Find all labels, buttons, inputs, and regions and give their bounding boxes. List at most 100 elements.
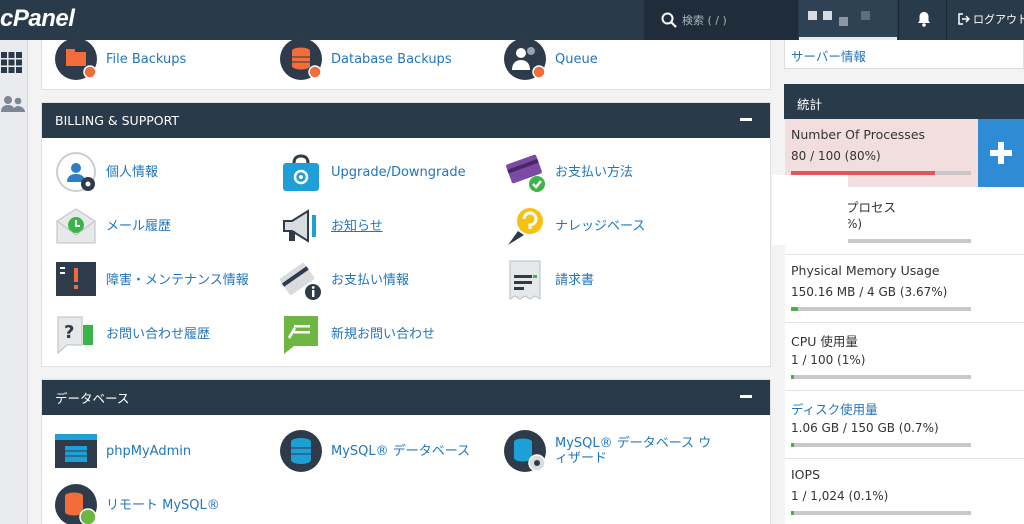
logout-label: ログアウト — [973, 13, 1024, 26]
search-box[interactable] — [644, 0, 798, 40]
remote-mysql-icon — [55, 484, 97, 524]
knowledge-base-item[interactable]: ナレッジベース — [504, 205, 729, 247]
stats-header: 統計 — [784, 84, 1024, 119]
obscured-region — [772, 175, 848, 245]
stat-title: Physical Memory Usage — [791, 263, 940, 278]
collapse-icon[interactable] — [740, 111, 754, 127]
avatar-pixel — [808, 11, 817, 20]
billing-info-icon — [279, 259, 322, 301]
stat-value: 1 / 1,024 (0.1%) — [791, 489, 889, 503]
item-label: Database Backups — [331, 51, 452, 67]
item-label: お知らせ — [331, 218, 383, 234]
maintenance-status-icon — [55, 259, 97, 301]
item-label: MySQL® データベース — [331, 443, 471, 459]
stat-cpu: CPU 使用量 1 / 100 (1%) — [785, 323, 1024, 391]
file-backup-icon — [55, 38, 97, 80]
file-backups-item[interactable]: File Backups — [55, 38, 280, 80]
email-history-icon — [55, 205, 97, 247]
panel-header[interactable]: BILLING & SUPPORT — [42, 103, 770, 138]
mysql-databases-item[interactable]: MySQL® データベース — [280, 430, 505, 472]
usage-bar — [791, 511, 971, 515]
email-history-item[interactable]: メール履歴 — [55, 205, 280, 247]
payment-card-icon — [504, 151, 546, 193]
support-history-icon: ? — [55, 313, 97, 355]
announcements-item[interactable]: お知らせ — [280, 205, 505, 247]
database-backups-item[interactable]: Database Backups — [280, 38, 505, 80]
server-info-link[interactable]: サーバー情報 — [791, 46, 866, 65]
server-info-card: サーバー情報 — [784, 40, 1024, 69]
queue-item[interactable]: Queue — [504, 38, 729, 80]
item-label: Queue — [555, 51, 598, 67]
left-rail — [0, 40, 28, 524]
stat-title: プロセス — [846, 200, 897, 215]
usage-bar-fill — [791, 511, 794, 515]
item-label: File Backups — [106, 51, 187, 67]
stat-title: Number Of Processes — [791, 127, 926, 142]
announcement-megaphone-icon — [280, 205, 322, 247]
backup-panel: File Backups Database Backups Queue — [41, 38, 771, 90]
top-bar: cPanel ログアウト — [0, 0, 1024, 40]
stat-title-link[interactable]: ディスク使用量 — [791, 399, 878, 418]
logout-button[interactable]: ログアウト — [958, 11, 1024, 27]
panel-header[interactable]: データベース — [42, 380, 770, 415]
billing-info-item[interactable]: お支払い情報 — [279, 259, 505, 301]
item-label: ナレッジベース — [555, 218, 646, 234]
item-label: Upgrade/Downgrade — [331, 164, 466, 180]
panel-title: BILLING & SUPPORT — [55, 113, 180, 128]
contact-info-icon — [55, 151, 97, 193]
stat-disk: ディスク使用量 1.06 GB / 150 GB (0.7%) — [785, 391, 1024, 459]
avatar-pixel — [823, 11, 832, 20]
collapse-icon[interactable] — [740, 388, 754, 404]
panel-title: データベース — [55, 391, 130, 406]
divider — [946, 0, 947, 40]
stat-title: CPU 使用量 — [791, 334, 858, 349]
usage-bar — [791, 307, 971, 311]
support-history-item[interactable]: ? お問い合わせ履歴 — [55, 313, 280, 355]
item-label: MySQL® データベース ウィザード — [555, 436, 712, 466]
stats-title: 統計 — [797, 97, 823, 112]
grid-apps-icon[interactable] — [1, 52, 22, 73]
user-menu[interactable] — [799, 0, 897, 40]
divider — [898, 0, 899, 40]
search-icon — [661, 12, 677, 28]
avatar-pixel — [861, 11, 870, 20]
usage-bar — [791, 375, 971, 379]
stat-value: %) — [846, 217, 863, 231]
cpanel-logo[interactable]: cPanel — [0, 5, 75, 33]
usage-bar-fill — [791, 375, 794, 379]
users-icon[interactable] — [1, 95, 25, 115]
databases-panel: データベース phpMyAdmin MySQL® データベース MySQL® デ… — [41, 379, 771, 524]
contact-info-item[interactable]: 個人情報 — [55, 151, 280, 193]
mysql-wizard-icon — [504, 430, 546, 472]
stat-value: 80 / 100 (80%) — [791, 149, 881, 163]
add-stat-button[interactable] — [978, 119, 1024, 187]
maintenance-item[interactable]: 障害・メンテナンス情報 — [55, 259, 280, 301]
knowledge-bulb-icon — [504, 205, 546, 247]
invoice-item[interactable]: 請求書 — [504, 259, 729, 301]
item-label: 個人情報 — [106, 164, 159, 180]
mysql-wizard-item[interactable]: MySQL® データベース ウィザード — [504, 430, 729, 472]
stat-value: 150.16 MB / 4 GB (3.67%) — [791, 285, 948, 299]
logout-icon — [958, 13, 970, 25]
stat-value: 1 / 100 (1%) — [791, 353, 866, 367]
item-label: メール履歴 — [106, 218, 172, 234]
item-label: 請求書 — [555, 272, 595, 288]
remote-mysql-item[interactable]: リモート MySQL® — [55, 484, 280, 524]
notification-bell-icon[interactable] — [915, 10, 933, 28]
item-label: お支払い方法 — [555, 164, 634, 180]
search-input[interactable] — [682, 10, 790, 30]
item-label: お支払い情報 — [331, 272, 410, 288]
avatar-pixel — [839, 17, 848, 26]
usage-bar-fill — [791, 443, 794, 447]
new-ticket-icon — [280, 313, 322, 355]
stat-title: IOPS — [791, 467, 820, 482]
usage-bar-fill — [791, 307, 798, 311]
item-label: 新規お問い合わせ — [331, 326, 436, 342]
svg-text:?: ? — [64, 322, 74, 343]
billing-support-panel: BILLING & SUPPORT 個人情報 Upgrade/Downgrade… — [41, 102, 771, 367]
new-ticket-item[interactable]: 新規お問い合わせ — [280, 313, 505, 355]
upgrade-downgrade-item[interactable]: Upgrade/Downgrade — [280, 151, 505, 193]
phpmyadmin-item[interactable]: phpMyAdmin — [55, 430, 280, 472]
payment-method-item[interactable]: お支払い方法 — [504, 151, 729, 193]
stat-value: 1.06 GB / 150 GB (0.7%) — [791, 421, 939, 435]
